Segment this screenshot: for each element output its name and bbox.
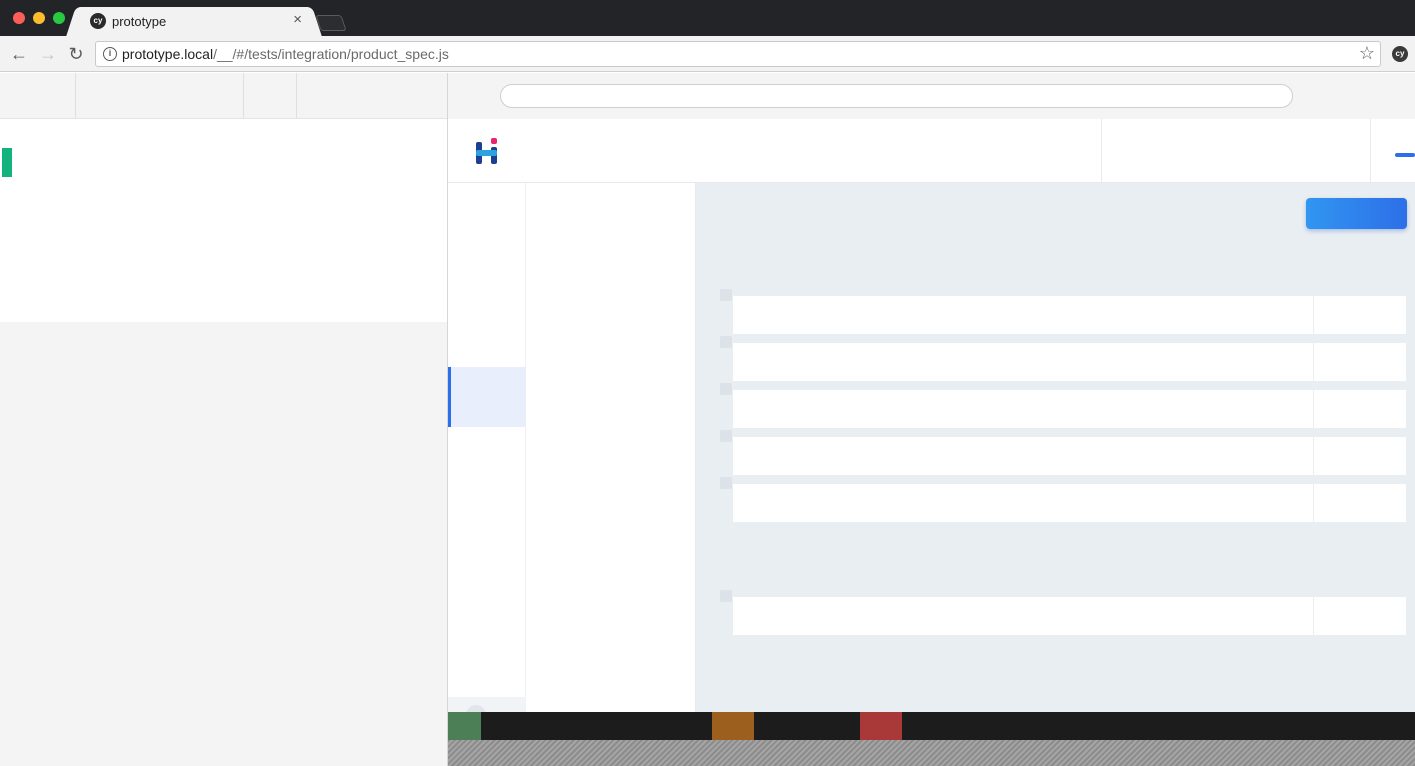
address-url[interactable]: prototype.local/__/#/tests/integration/p… — [122, 46, 449, 62]
row-body[interactable] — [733, 296, 1313, 334]
app-topbar — [448, 119, 1415, 183]
app-under-test — [448, 119, 1415, 712]
list-item[interactable] — [720, 477, 1410, 522]
reporter-header-divider — [296, 73, 297, 119]
row-action[interactable] — [1314, 296, 1406, 334]
side-rail — [448, 183, 526, 712]
command-segment-warn[interactable] — [712, 712, 754, 740]
aut-header — [448, 73, 1415, 119]
avatar[interactable] — [466, 705, 486, 712]
app-logo-icon[interactable] — [475, 138, 499, 164]
topbar-divider — [1370, 119, 1371, 182]
row-checkbox[interactable] — [720, 289, 732, 301]
topbar-divider — [1101, 119, 1102, 182]
row-checkbox[interactable] — [720, 383, 732, 395]
row-action[interactable] — [1314, 484, 1406, 522]
row-body[interactable] — [733, 390, 1313, 428]
browser-toolbar: ← → ↻ i prototype.local/__/#/tests/integ… — [0, 36, 1415, 72]
info-icon[interactable]: i — [103, 47, 117, 61]
command-segment-pass[interactable] — [448, 712, 481, 740]
reporter-header-divider — [243, 73, 244, 119]
window-titlebar: cy prototype × — [0, 0, 1415, 36]
cypress-extension-icon[interactable]: cy — [1392, 46, 1408, 62]
side-rail-footer — [448, 697, 526, 712]
aut-url-field[interactable] — [500, 84, 1293, 108]
list-item[interactable] — [720, 590, 1410, 635]
side-rail-item-active[interactable] — [448, 367, 526, 427]
list-item[interactable] — [720, 289, 1410, 334]
row-body[interactable] — [733, 437, 1313, 475]
arrow-left-icon[interactable]: ← — [9, 44, 29, 64]
list-item[interactable] — [720, 430, 1410, 475]
row-body[interactable] — [733, 343, 1313, 381]
browser-tab[interactable]: cy prototype × — [78, 7, 310, 36]
topbar-accent-indicator — [1395, 153, 1415, 157]
row-body[interactable] — [733, 484, 1313, 522]
row-action[interactable] — [1314, 343, 1406, 381]
sub-navigation — [526, 183, 696, 712]
primary-action-button[interactable] — [1306, 198, 1407, 229]
reporter-header — [0, 73, 447, 119]
row-checkbox[interactable] — [720, 477, 732, 489]
row-checkbox[interactable] — [720, 336, 732, 348]
zoom-window-button[interactable] — [53, 12, 65, 24]
reporter-header-divider — [75, 73, 76, 119]
star-icon[interactable]: ☆ — [1359, 43, 1375, 64]
row-body[interactable] — [733, 597, 1313, 635]
reporter-runnables — [0, 119, 447, 322]
cypress-favicon-icon: cy — [90, 13, 106, 29]
url-path: /__/#/tests/integration/product_spec.js — [213, 46, 449, 62]
row-action[interactable] — [1314, 597, 1406, 635]
close-window-button[interactable] — [13, 12, 25, 24]
new-tab-button[interactable] — [315, 15, 347, 31]
row-checkbox[interactable] — [720, 590, 732, 602]
tab-title: prototype — [112, 14, 167, 29]
tab-close-icon[interactable]: × — [293, 12, 302, 28]
reload-icon[interactable]: ↻ — [66, 44, 86, 64]
arrow-right-icon[interactable]: → — [38, 44, 58, 64]
url-host: prototype.local — [122, 46, 214, 62]
list-item[interactable] — [720, 383, 1410, 428]
command-segment-fail[interactable] — [860, 712, 902, 740]
minimize-window-button[interactable] — [33, 12, 45, 24]
viewport-scaled-area — [448, 740, 1415, 766]
address-bar[interactable]: i prototype.local/__/#/tests/integration… — [95, 41, 1381, 67]
row-checkbox[interactable] — [720, 430, 732, 442]
test-status-indicator[interactable] — [2, 148, 12, 177]
command-log-bar — [448, 712, 1415, 740]
list-item[interactable] — [720, 336, 1410, 381]
row-action[interactable] — [1314, 437, 1406, 475]
row-action[interactable] — [1314, 390, 1406, 428]
cypress-reporter — [0, 73, 448, 766]
main-content — [696, 183, 1415, 712]
